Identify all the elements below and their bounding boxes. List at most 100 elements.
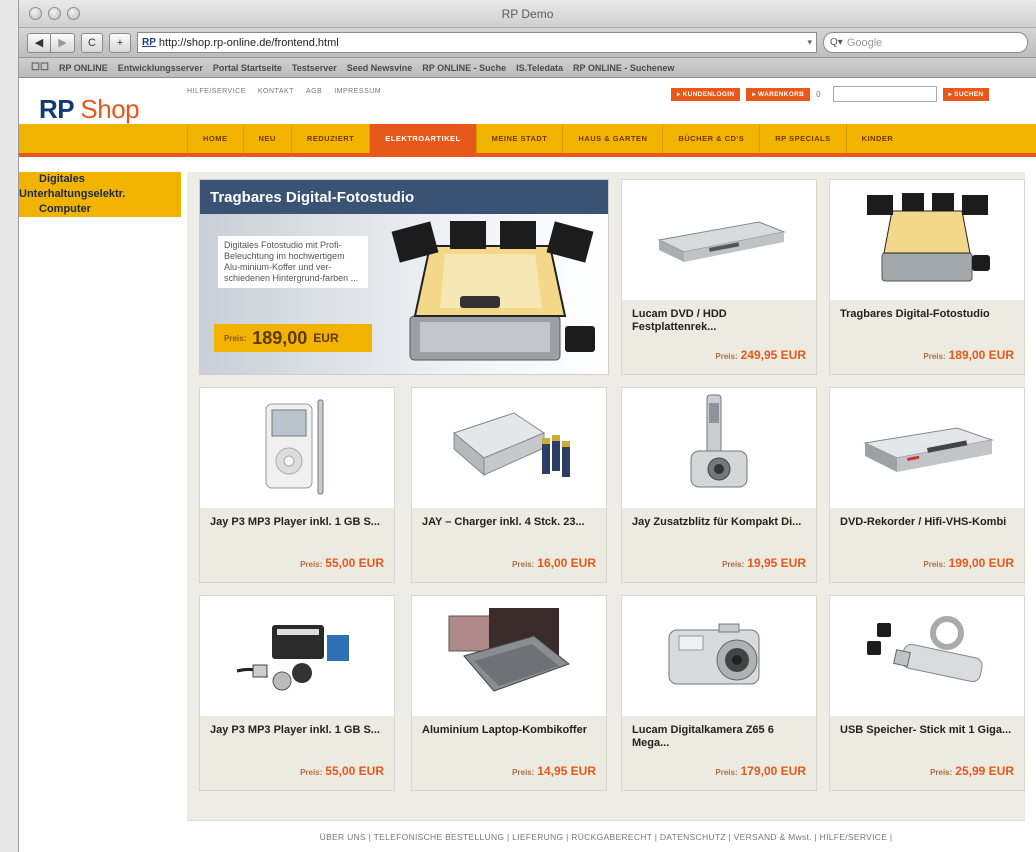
product-info: Tragbares Digital-Fotostudio Preis: 189,00… (830, 300, 1024, 374)
bookmark-item[interactable]: RP ONLINE - Suche (422, 63, 506, 73)
featured-price-value: 189,00 (252, 327, 308, 348)
forward-button[interactable]: ▶ (51, 32, 75, 53)
sidebar-category-link[interactable]: Unterhaltungselektr. (19, 187, 181, 202)
footer-links[interactable]: ÜBER UNS | TELEFONISCHE BESTELLUNG | LIE… (187, 820, 1025, 852)
kundenlogin-button[interactable]: ▸ KUNDENLOGIN (671, 87, 741, 101)
product-name[interactable]: JAY – Charger inkl. 4 Stck. 23... (422, 516, 596, 546)
nav-item[interactable]: ELEKTROARTIKEL (369, 124, 476, 153)
vhs-dvd-combo-icon[interactable] (830, 388, 1024, 508)
nav-item[interactable]: KINDER (845, 124, 909, 153)
bookmark-item[interactable]: IS.Teledata (516, 63, 563, 73)
product-info: Aluminium Laptop-Kombikoffer Preis: 14,95 … (412, 716, 606, 790)
product-info: Jay Zusatzblitz für Kompakt Di... Preis: 1… (622, 508, 816, 582)
product-name[interactable]: Jay Zusatzblitz für Kompakt Di... (632, 516, 806, 546)
nav-item[interactable]: NEU (242, 124, 291, 153)
bookmark-item[interactable]: RP ONLINE (59, 63, 108, 73)
address-bar[interactable]: RP http://shop.rp-online.de/frontend.htm… (137, 32, 817, 53)
usb-stick-icon[interactable] (830, 596, 1024, 716)
product-name[interactable]: Lucam DVD / HDD Festplattenrek... (632, 308, 806, 338)
product-price-label: Preis: (722, 560, 745, 569)
product-name[interactable]: Jay P3 MP3 Player inkl. 1 GB S... (210, 516, 384, 546)
product-price-value: 179,00 EUR (740, 764, 806, 778)
product-price-label: Preis: (715, 768, 738, 777)
product-card[interactable]: Jay P3 MP3 Player inkl. 1 GB S... Preis: 5… (199, 595, 395, 791)
product-card[interactable]: Aluminium Laptop-Kombikoffer Preis: 14,95 … (411, 595, 607, 791)
reload-button[interactable]: C (81, 32, 103, 53)
product-price-label: Preis: (512, 768, 535, 777)
nav-item[interactable]: HAUS & GARTEN (562, 124, 662, 153)
browser-search-field[interactable]: Q▾ Google (823, 32, 1028, 53)
sidebar-category-link[interactable]: Digitales (19, 172, 181, 187)
product-card[interactable]: JAY – Charger inkl. 4 Stck. 23... Preis: 1… (411, 387, 607, 583)
digital-camera-icon[interactable] (622, 596, 816, 716)
product-price-label: Preis: (923, 560, 946, 569)
search-icon[interactable]: Q▾ (830, 37, 843, 48)
product-name[interactable]: DVD-Rekorder / Hifi-VHS-Kombi (840, 516, 1014, 546)
featured-body: Digitales Fotostudio mit Profi-Beleuchtu… (200, 214, 608, 374)
featured-product[interactable]: Tragbares Digital-Fotostudio Digitales F… (199, 179, 609, 375)
add-bookmark-button[interactable]: + (109, 32, 131, 53)
main-navigation: HOME NEU REDUZIERT ELEKTROARTIKEL MEINE STAD… (19, 124, 1036, 157)
product-price-label: Preis: (512, 560, 535, 569)
featured-title[interactable]: Tragbares Digital-Fotostudio (200, 180, 608, 214)
product-name[interactable]: Lucam Digitalkamera Z65 6 Mega... (632, 724, 806, 754)
url-dropdown-icon[interactable]: ▾ (807, 37, 812, 48)
product-name[interactable]: Aluminium Laptop-Kombikoffer (422, 724, 596, 754)
mp3-player-icon[interactable] (200, 388, 394, 508)
cart-count: 0 (816, 89, 821, 99)
service-link[interactable]: IMPRESSUM (334, 88, 381, 95)
camera-flash-icon[interactable] (622, 388, 816, 508)
nav-item[interactable]: RP SPECIALS (759, 124, 845, 153)
product-card[interactable]: DVD-Rekorder / Hifi-VHS-Kombi Preis: 199,0… (829, 387, 1025, 583)
product-card[interactable]: Lucam DVD / HDD Festplattenrek... Preis: 2… (621, 179, 817, 375)
camera-accessories-icon[interactable] (200, 596, 394, 716)
nav-item[interactable]: MEINE STADT (475, 124, 563, 153)
battery-charger-icon[interactable] (412, 388, 606, 508)
nav-item[interactable]: BÜCHER & CD'S (662, 124, 759, 153)
product-info: Jay P3 MP3 Player inkl. 1 GB S... Preis: 5… (200, 716, 394, 790)
product-card[interactable]: Jay Zusatzblitz für Kompakt Di... Preis: 1… (621, 387, 817, 583)
product-price-value: 249,95 EUR (740, 348, 806, 362)
bookmarks-book-icon[interactable]: ☐☐ (31, 62, 49, 73)
rp-shop-logo[interactable]: RP Shop (39, 94, 140, 130)
product-price: Preis: 55,00 EUR (300, 764, 384, 778)
product-card[interactable]: Jay P3 MP3 Player inkl. 1 GB S... Preis: 5… (199, 387, 395, 583)
product-info: USB Speicher- Stick mit 1 Giga... Preis: 2… (830, 716, 1024, 790)
service-link[interactable]: KONTAKT (258, 88, 294, 95)
bookmark-item[interactable]: RP ONLINE - Suchenew (573, 63, 674, 73)
product-price-label: Preis: (923, 352, 946, 361)
url-text[interactable]: http://shop.rp-online.de/frontend.html (159, 37, 808, 49)
bookmark-item[interactable]: Entwicklungsserver (118, 63, 203, 73)
product-card[interactable]: Lucam Digitalkamera Z65 6 Mega... Preis: 1… (621, 595, 817, 791)
nav-item[interactable]: HOME (187, 124, 243, 153)
featured-price-label: Preis: (224, 333, 247, 343)
product-info: DVD-Rekorder / Hifi-VHS-Kombi Preis: 199,0… (830, 508, 1024, 582)
service-link[interactable]: AGB (306, 88, 322, 95)
web-page: RP Shop HILFE/SERVICE KONTAKT AGB IMPRESSUM… (19, 78, 1036, 852)
bookmark-item[interactable]: Seed Newsvine (347, 63, 413, 73)
laptop-case-icon[interactable] (412, 596, 606, 716)
product-card[interactable]: USB Speicher- Stick mit 1 Giga... Preis: 2… (829, 595, 1025, 791)
featured-price: Preis: 189,00 EUR (214, 324, 372, 352)
photo-studio-icon[interactable] (830, 180, 1024, 300)
back-button[interactable]: ◀ (27, 32, 51, 53)
bookmarks-bar: ☐☐ RP ONLINE Entwicklungsserver Portal Sta… (19, 58, 1036, 78)
product-info: Lucam DVD / HDD Festplattenrek... Preis: 2… (622, 300, 816, 374)
sidebar-category-link[interactable]: Computer (19, 202, 181, 217)
search-placeholder: Google (846, 36, 883, 49)
product-info: Lucam Digitalkamera Z65 6 Mega... Preis: 1… (622, 716, 816, 790)
nav-item[interactable]: REDUZIERT (290, 124, 369, 153)
shop-search-input[interactable] (832, 86, 937, 102)
warenkorb-button[interactable]: ▸ WARENKORB (746, 87, 811, 101)
service-link[interactable]: HILFE/SERVICE (187, 88, 246, 95)
suchen-button[interactable]: ▸ SUCHEN (942, 87, 990, 101)
dvd-recorder-icon[interactable] (622, 180, 816, 300)
history-buttons: ◀ ▶ (27, 32, 75, 53)
bookmark-item[interactable]: Testserver (292, 63, 337, 73)
product-name[interactable]: Tragbares Digital-Fotostudio (840, 308, 1014, 338)
bookmark-item[interactable]: Portal Startseite (213, 63, 282, 73)
browser-window: RP Demo ◀ ▶ C + RP http://shop.rp-online… (18, 0, 1036, 852)
product-name[interactable]: Jay P3 MP3 Player inkl. 1 GB S... (210, 724, 384, 754)
product-name[interactable]: USB Speicher- Stick mit 1 Giga... (840, 724, 1014, 754)
product-card[interactable]: Tragbares Digital-Fotostudio Preis: 189,00… (829, 179, 1025, 375)
